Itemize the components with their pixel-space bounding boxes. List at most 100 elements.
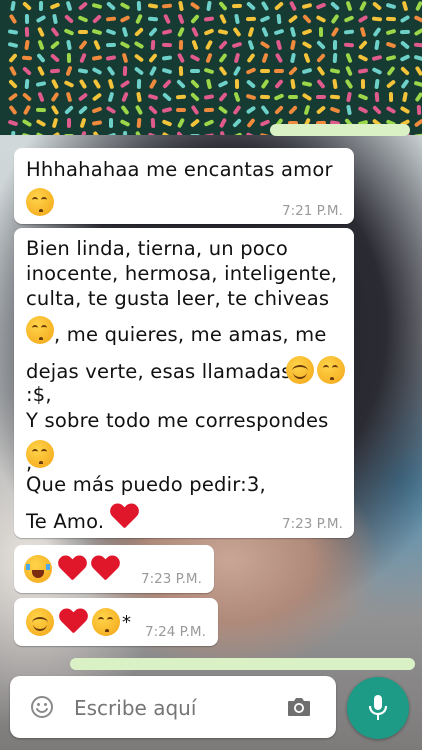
pattern-dot [386,65,396,77]
pattern-dot [233,91,241,103]
message-bubble[interactable]: 7:23 P.M. [14,545,214,593]
pattern-dot [399,29,411,35]
pattern-dot [260,78,270,90]
kissing-face-icon [92,608,120,636]
pattern-dot [64,105,74,115]
pattern-dot [413,27,422,37]
pattern-dot [301,40,313,50]
pattern-dot [329,94,341,100]
message-bubble[interactable]: Hhhahahaa me encantas amor 7:21 P.M. [14,148,354,224]
pattern-dot [37,26,45,38]
pattern-dot [35,118,47,128]
red-heart-icon [58,556,86,582]
pattern-dot [133,53,145,63]
pattern-dot [91,106,103,114]
pattern-dot [400,66,410,76]
pattern-dot [161,28,173,36]
pattern-dot [260,104,270,116]
pattern-dot [231,41,243,49]
kissing-face-icon [317,356,345,384]
pattern-dot [49,53,61,63]
pattern-dot [400,78,410,90]
pattern-dot [63,80,75,88]
pattern-dot [205,52,213,64]
pattern-dot [332,78,338,90]
pattern-dot [52,13,58,25]
pattern-dot [21,118,33,128]
pattern-dot [21,1,33,11]
pattern-dot [413,133,422,135]
pattern-dot [119,79,131,89]
pattern-dot [260,69,270,73]
pattern-dot [161,119,173,127]
emoji-icon[interactable] [30,695,54,719]
pattern-dot [65,0,73,12]
pattern-dot [93,39,101,51]
pattern-dot [38,0,44,12]
pattern-dot [50,91,60,103]
pattern-dot [161,67,173,75]
pattern-dot [218,0,228,12]
message-text: dejas verte, esas llamadas [26,360,292,383]
pattern-dot [413,118,422,128]
message-text: :$, [26,383,52,406]
pattern-dot [343,29,355,35]
pattern-dot [136,78,142,90]
pattern-dot [35,131,47,135]
pattern-dot [232,65,242,77]
pattern-dot [329,106,341,114]
pattern-dot [7,92,19,102]
red-heart-icon [110,504,138,530]
pattern-dot [219,130,227,135]
pattern-dot [206,0,212,12]
pattern-dot [91,2,103,10]
pattern-dot [49,68,61,74]
message-input[interactable] [72,690,266,726]
pattern-dot [234,78,240,90]
pattern-dot [274,105,284,115]
pattern-dot [35,81,47,87]
voice-message-button[interactable] [347,677,409,739]
pattern-dot [231,3,243,9]
pattern-dot [232,104,242,116]
pattern-dot [358,0,368,12]
pattern-dot [274,52,284,64]
pattern-dot [91,66,103,76]
pattern-dot [245,1,257,11]
pattern-dot [414,65,422,77]
pattern-dot [189,53,201,63]
pattern-dot [234,13,240,25]
pattern-dot [288,105,298,115]
pattern-dot [232,118,242,128]
kissing-face-icon [26,316,54,344]
pattern-dot [218,117,228,129]
pattern-dot [205,78,213,90]
pattern-dot [343,42,355,48]
pattern-dot [302,13,312,25]
pattern-dot [161,55,173,61]
pattern-dot [24,78,30,90]
message-bubble[interactable]: * 7:24 P.M. [14,598,218,646]
pattern-dot [190,104,200,116]
message-bubble[interactable]: Bien linda, tierna, un poco inocente, he… [14,228,354,538]
pattern-dot [119,1,131,11]
pattern-dot [332,52,338,64]
pattern-dot [77,68,89,74]
pattern-dot [399,14,411,24]
pattern-dot [147,132,159,135]
pattern-dot [8,65,18,77]
pattern-dot [358,39,368,51]
pattern-dot [107,91,115,103]
pattern-dot [259,94,271,100]
pattern-dot [203,133,215,135]
pattern-dot [261,52,269,64]
camera-icon[interactable] [286,696,312,718]
pattern-dot [10,130,16,135]
pattern-dot [385,2,397,10]
pattern-dot [21,92,33,102]
pattern-dot [109,118,113,128]
pattern-dot [92,78,102,90]
pattern-dot [37,39,45,51]
pattern-dot [332,39,338,51]
pattern-dot [385,79,397,89]
